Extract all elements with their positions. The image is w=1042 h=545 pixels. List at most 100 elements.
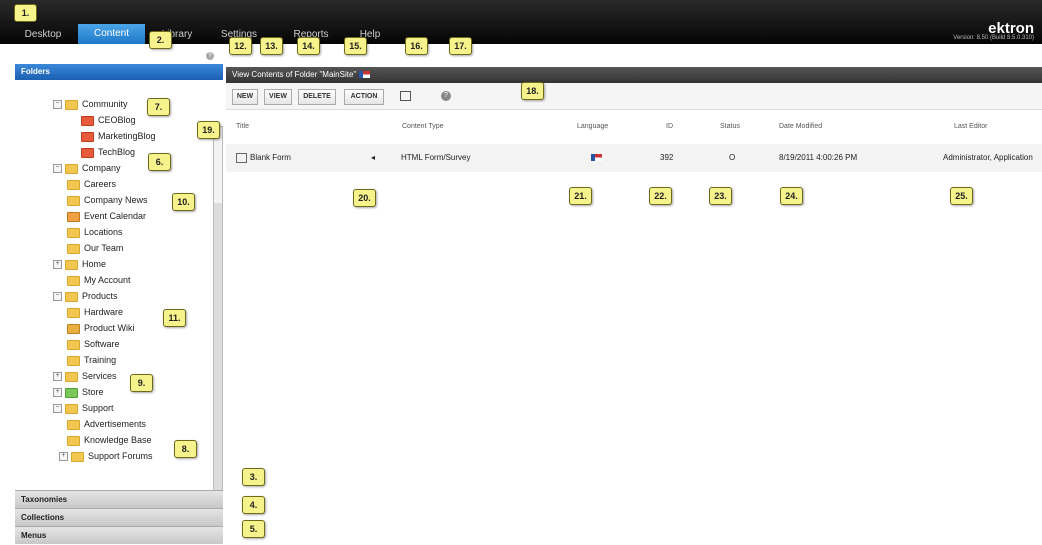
collapse-icon[interactable]: −	[53, 164, 62, 174]
folder-icon	[65, 163, 78, 174]
action-button[interactable]: ACTION	[344, 89, 384, 105]
tree-node-community[interactable]: − Community	[53, 96, 128, 112]
accordion-collections[interactable]: Collections	[15, 508, 223, 526]
callout-15: 15.	[344, 37, 367, 55]
table-row[interactable]: Blank Form ◂ HTML Form/Survey 392 O 8/19…	[226, 144, 1042, 172]
callout-14: 14.	[297, 37, 320, 55]
help-icon[interactable]: ?	[441, 91, 451, 101]
callout-11: 11.	[163, 309, 186, 327]
tree-node-training[interactable]: Training	[67, 352, 116, 368]
tree-label: Locations	[84, 227, 123, 237]
callout-9: 9.	[130, 374, 153, 392]
tree-node-store[interactable]: + Store	[53, 384, 104, 400]
col-date-modified[interactable]: Date Modified	[779, 123, 822, 130]
tree-node-services[interactable]: + Services	[53, 368, 117, 384]
folder-icon	[67, 355, 80, 366]
tree-label: Advertisements	[84, 419, 147, 429]
tree-node-advertisements[interactable]: Advertisements	[67, 416, 146, 432]
tree-label: Our Team	[84, 243, 124, 253]
tree-node-support[interactable]: − Support	[53, 400, 114, 416]
tree-label: Home	[82, 259, 107, 269]
callout-2: 2.	[149, 31, 172, 49]
tree-node-products[interactable]: − Products	[53, 288, 118, 304]
folder-icon	[67, 195, 80, 206]
folder-icon	[65, 403, 78, 414]
row-status: O	[729, 153, 736, 162]
collapse-icon[interactable]: −	[53, 292, 62, 302]
callout-13: 13.	[260, 37, 283, 55]
tree-node-product-wiki[interactable]: Product Wiki	[67, 320, 135, 336]
tree-label: Product Wiki	[84, 323, 135, 333]
folder-icon	[65, 259, 78, 270]
col-content-type[interactable]: Content Type	[402, 123, 444, 130]
us-flag-icon[interactable]	[358, 71, 370, 79]
callout-24: 24.	[780, 187, 803, 205]
blog-icon	[81, 131, 94, 142]
callout-3: 3.	[242, 468, 265, 486]
main-content: View Contents of Folder "MainSite" NEW V…	[226, 64, 1042, 544]
callout-18: 18.	[521, 82, 544, 100]
tree-node-hardware[interactable]: Hardware	[67, 304, 123, 320]
folder-icon	[67, 435, 80, 446]
col-last-editor[interactable]: Last Editor	[954, 123, 987, 130]
tree-node-techblog[interactable]: TechBlog	[81, 144, 135, 160]
col-id[interactable]: ID	[666, 123, 673, 130]
folder-icon	[67, 243, 80, 254]
preview-icon[interactable]: ◂	[371, 153, 375, 162]
tree-label: CEOBlog	[98, 115, 136, 125]
view-button[interactable]: VIEW	[264, 89, 292, 105]
col-status[interactable]: Status	[720, 123, 740, 130]
folder-icon	[65, 99, 78, 110]
accordion-menus[interactable]: Menus	[15, 526, 223, 544]
folder-icon	[67, 307, 80, 318]
folders-header[interactable]: Folders	[15, 64, 223, 80]
tree-node-locations[interactable]: Locations	[67, 224, 123, 240]
content-table-header: Title Content Type Language ID Status Da…	[226, 119, 1042, 135]
tree-node-ceoblog[interactable]: CEOBlog	[81, 112, 136, 128]
help-icon[interactable]: ?	[206, 52, 214, 60]
delete-button[interactable]: DELETE	[298, 89, 336, 105]
folder-icon	[65, 371, 78, 382]
col-language[interactable]: Language	[577, 123, 608, 130]
tree-label: Community	[82, 99, 128, 109]
expand-icon[interactable]: +	[53, 388, 62, 398]
tree-label: Company News	[84, 195, 148, 205]
tree-label: MarketingBlog	[98, 131, 156, 141]
tree-node-my-account[interactable]: My Account	[67, 272, 131, 288]
tree-node-company-news[interactable]: Company News	[67, 192, 148, 208]
callout-5: 5.	[242, 520, 265, 538]
accordion-taxonomies[interactable]: Taxonomies	[15, 490, 223, 508]
tree-label: TechBlog	[98, 147, 136, 157]
callout-8: 8.	[174, 440, 197, 458]
callout-21: 21.	[569, 187, 592, 205]
tree-node-careers[interactable]: Careers	[67, 176, 116, 192]
tree-node-event-calendar[interactable]: Event Calendar	[67, 208, 146, 224]
tree-node-company[interactable]: − Company	[53, 160, 121, 176]
tree-label: Services	[82, 371, 117, 381]
expand-icon[interactable]: +	[59, 452, 68, 462]
tab-content[interactable]: Content	[78, 24, 145, 44]
export-icon[interactable]	[400, 91, 411, 101]
row-title-link[interactable]: Blank Form	[236, 153, 291, 163]
tab-desktop[interactable]: Desktop	[18, 26, 68, 44]
expand-icon[interactable]: +	[53, 372, 62, 382]
tree-vertical-scrollbar[interactable]	[213, 126, 223, 528]
scrollbar-thumb[interactable]	[214, 203, 222, 493]
tree-label: Support	[82, 403, 114, 413]
collapse-icon[interactable]: −	[53, 100, 62, 110]
tree-node-software[interactable]: Software	[67, 336, 120, 352]
tree-node-home[interactable]: + Home	[53, 256, 106, 272]
tree-node-marketingblog[interactable]: MarketingBlog	[81, 128, 156, 144]
col-title[interactable]: Title	[236, 123, 249, 130]
tree-node-knowledge-base[interactable]: Knowledge Base	[67, 432, 152, 448]
tree-label: Products	[82, 291, 118, 301]
row-content-type: HTML Form/Survey	[401, 153, 471, 162]
collapse-icon[interactable]: −	[53, 404, 62, 414]
row-language-flag	[591, 153, 602, 162]
tree-node-support-forums[interactable]: + Support Forums	[59, 448, 153, 464]
tree-label: Knowledge Base	[84, 435, 152, 445]
callout-10: 10.	[172, 193, 195, 211]
expand-icon[interactable]: +	[53, 260, 62, 270]
new-button[interactable]: NEW	[232, 89, 258, 105]
tree-node-our-team[interactable]: Our Team	[67, 240, 123, 256]
